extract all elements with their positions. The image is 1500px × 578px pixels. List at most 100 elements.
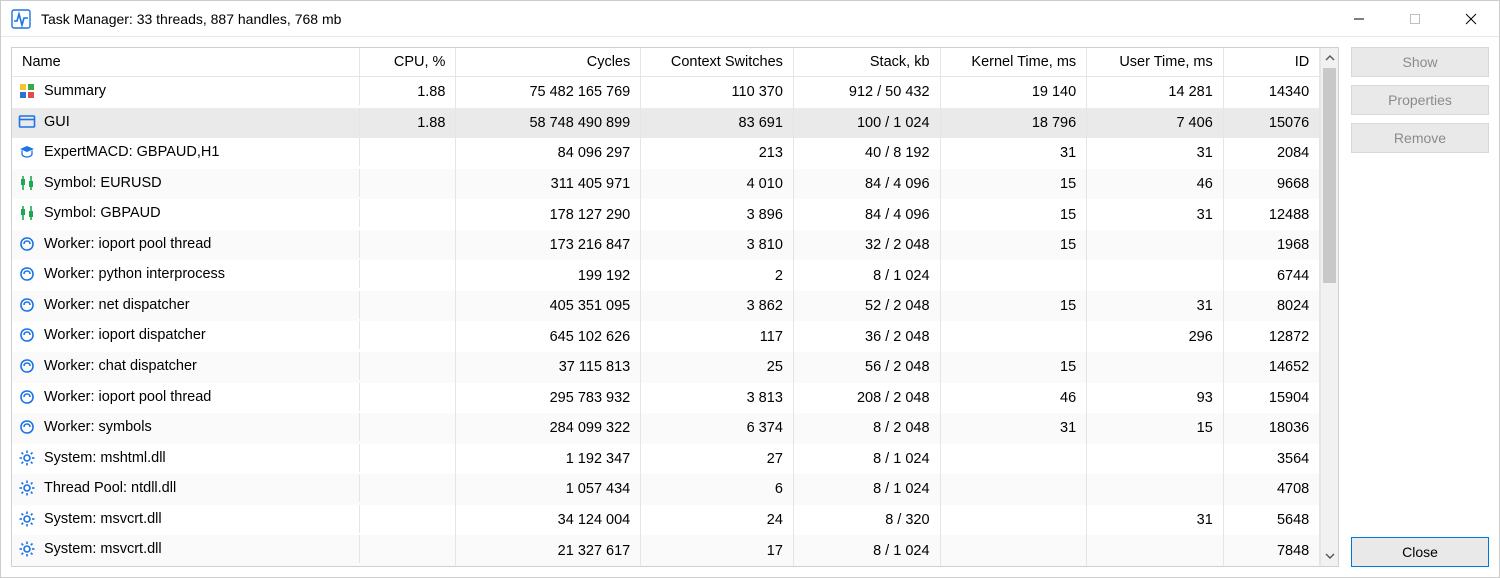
threads-table[interactable]: Name CPU, % Cycles Context Switches Stac… [12, 48, 1320, 566]
col-cpu[interactable]: CPU, % [360, 48, 456, 77]
cell-id: 18036 [1223, 413, 1319, 444]
cell-cycles: 21 327 617 [456, 535, 641, 566]
table-row[interactable]: ExpertMACD: GBPAUD,H184 096 29721340 / 8… [12, 138, 1320, 169]
worker-icon [18, 265, 36, 283]
scroll-up-icon[interactable] [1321, 48, 1338, 68]
cell-ctx: 110 370 [641, 77, 794, 108]
table-row[interactable]: Worker: ioport dispatcher645 102 6261173… [12, 321, 1320, 352]
table-row[interactable]: Symbol: EURUSD311 405 9714 01084 / 4 096… [12, 169, 1320, 200]
cell-kernel: 46 [940, 383, 1087, 414]
table-row[interactable]: GUI1.8858 748 490 89983 691100 / 1 02418… [12, 108, 1320, 139]
table-row[interactable]: Summary1.8875 482 165 769110 370912 / 50… [12, 77, 1320, 108]
cell-cycles: 284 099 322 [456, 413, 641, 444]
cell-cycles: 199 192 [456, 260, 641, 291]
cell-kernel: 15 [940, 352, 1087, 383]
cell-id: 14340 [1223, 77, 1319, 108]
table-row[interactable]: Worker: net dispatcher 405 351 0953 86252… [12, 291, 1320, 322]
worker-icon [18, 235, 36, 253]
cell-kernel: 15 [940, 199, 1087, 230]
table-row[interactable]: Worker: ioport pool thread173 216 8473 8… [12, 230, 1320, 261]
show-button[interactable]: Show [1351, 47, 1489, 77]
scroll-down-icon[interactable] [1321, 546, 1338, 566]
remove-button[interactable]: Remove [1351, 123, 1489, 153]
cell-id: 12872 [1223, 321, 1319, 352]
cell-cpu [360, 199, 456, 230]
cell-cycles: 405 351 095 [456, 291, 641, 322]
cell-id: 6744 [1223, 260, 1319, 291]
cell-name: Symbol: EURUSD [12, 169, 360, 197]
side-buttons: Show Properties Remove Close [1351, 47, 1489, 567]
cell-user: 15 [1087, 413, 1224, 444]
cell-id: 7848 [1223, 535, 1319, 566]
minimize-button[interactable] [1331, 1, 1387, 36]
cell-user [1087, 474, 1224, 505]
table-row[interactable]: Worker: ioport pool thread295 783 9323 8… [12, 383, 1320, 414]
row-name-label: System: msvcrt.dll [44, 541, 162, 557]
cell-stack: 52 / 2 048 [793, 291, 940, 322]
cell-ctx: 4 010 [641, 169, 794, 200]
cell-kernel: 19 140 [940, 77, 1087, 108]
col-cycles[interactable]: Cycles [456, 48, 641, 77]
system-icon [18, 510, 36, 528]
cell-stack: 100 / 1 024 [793, 108, 940, 139]
cell-name: System: msvcrt.dll [12, 505, 360, 533]
table-row[interactable]: Worker: symbols284 099 3226 3748 / 2 048… [12, 413, 1320, 444]
row-name-label: Worker: ioport pool thread [44, 236, 211, 252]
cell-name: Symbol: GBPAUD [12, 199, 360, 227]
table-row[interactable]: System: msvcrt.dll21 327 617178 / 1 0247… [12, 535, 1320, 566]
cell-id: 15904 [1223, 383, 1319, 414]
cell-stack: 84 / 4 096 [793, 169, 940, 200]
row-name-label: Worker: net dispatcher [44, 297, 190, 313]
cell-name: Worker: net dispatcher [12, 291, 360, 319]
vertical-scrollbar[interactable] [1320, 48, 1338, 566]
worker-icon [18, 418, 36, 436]
table-row[interactable]: System: msvcrt.dll34 124 004248 / 320315… [12, 505, 1320, 536]
row-name-label: System: mshtml.dll [44, 450, 166, 466]
col-kernel[interactable]: Kernel Time, ms [940, 48, 1087, 77]
cell-ctx: 3 813 [641, 383, 794, 414]
cell-cycles: 58 748 490 899 [456, 108, 641, 139]
cell-ctx: 83 691 [641, 108, 794, 139]
system-icon [18, 540, 36, 558]
table-row[interactable]: Worker: python interprocess199 19228 / 1… [12, 260, 1320, 291]
cell-kernel: 15 [940, 169, 1087, 200]
cell-id: 2084 [1223, 138, 1319, 169]
cell-stack: 32 / 2 048 [793, 230, 940, 261]
cell-id: 1968 [1223, 230, 1319, 261]
cell-ctx: 3 862 [641, 291, 794, 322]
cell-user [1087, 230, 1224, 261]
cell-name: Worker: chat dispatcher [12, 352, 360, 380]
button-spacer [1351, 161, 1489, 529]
scrollbar-track[interactable] [1321, 68, 1338, 546]
cell-user: 46 [1087, 169, 1224, 200]
close-window-button[interactable] [1443, 1, 1499, 36]
col-ctx[interactable]: Context Switches [641, 48, 794, 77]
cell-name: Worker: ioport pool thread [12, 230, 360, 258]
cell-user: 296 [1087, 321, 1224, 352]
cell-stack: 56 / 2 048 [793, 352, 940, 383]
scrollbar-thumb[interactable] [1323, 68, 1336, 283]
close-button[interactable]: Close [1351, 537, 1489, 567]
cell-cycles: 84 096 297 [456, 138, 641, 169]
cell-id: 14652 [1223, 352, 1319, 383]
cell-kernel [940, 444, 1087, 475]
col-id[interactable]: ID [1223, 48, 1319, 77]
row-name-label: Worker: chat dispatcher [44, 358, 197, 374]
cell-kernel [940, 474, 1087, 505]
col-stack[interactable]: Stack, kb [793, 48, 940, 77]
table-row[interactable]: Worker: chat dispatcher37 115 8132556 / … [12, 352, 1320, 383]
cell-name: Thread Pool: ntdll.dll [12, 474, 360, 502]
cell-user [1087, 535, 1224, 566]
table-row[interactable]: Thread Pool: ntdll.dll1 057 43468 / 1 02… [12, 474, 1320, 505]
cell-user: 31 [1087, 138, 1224, 169]
cell-user [1087, 352, 1224, 383]
cell-cpu [360, 505, 456, 536]
cell-name: Worker: ioport pool thread [12, 383, 360, 411]
table-row[interactable]: System: mshtml.dll1 192 347278 / 1 02435… [12, 444, 1320, 475]
col-user[interactable]: User Time, ms [1087, 48, 1224, 77]
row-name-label: Symbol: EURUSD [44, 175, 162, 191]
maximize-button[interactable] [1387, 1, 1443, 36]
col-name[interactable]: Name [12, 48, 360, 77]
table-row[interactable]: Symbol: GBPAUD178 127 2903 89684 / 4 096… [12, 199, 1320, 230]
properties-button[interactable]: Properties [1351, 85, 1489, 115]
